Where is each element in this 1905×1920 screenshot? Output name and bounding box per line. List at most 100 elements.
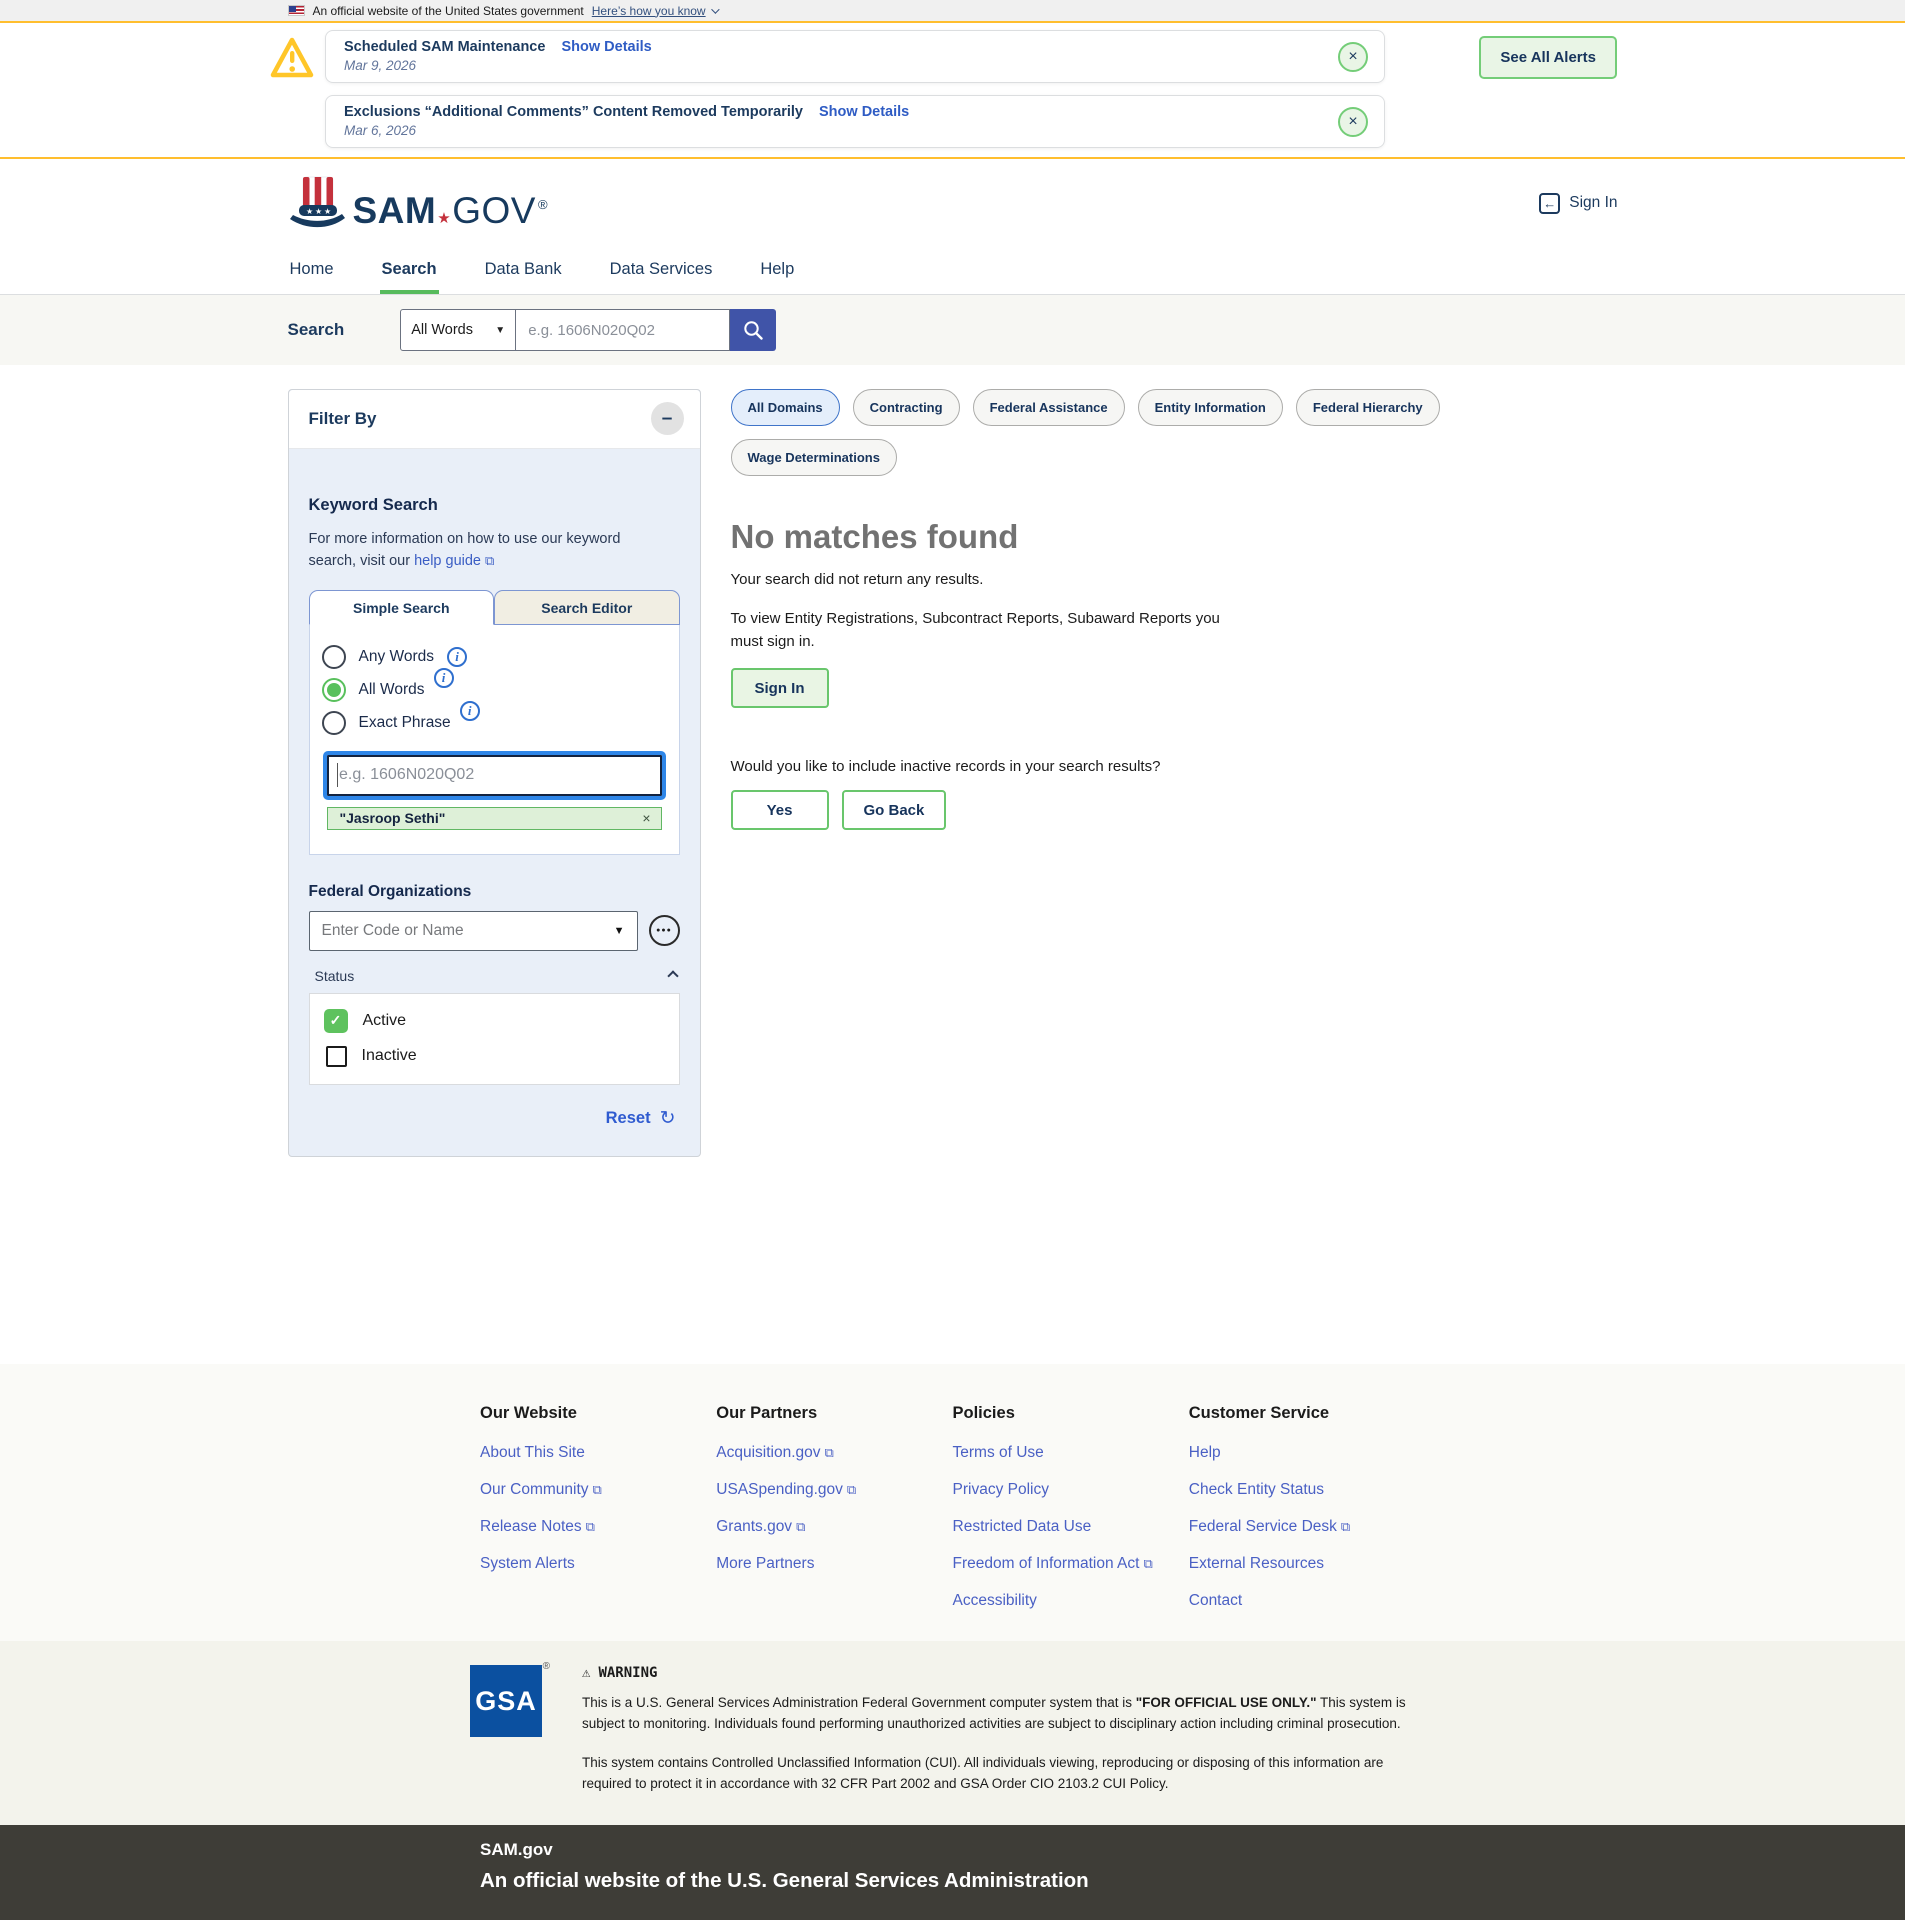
federal-orgs-placeholder: Enter Code or Name — [322, 922, 614, 940]
footer-link-more-partners[interactable]: More Partners — [716, 1555, 952, 1573]
checkbox-active[interactable]: ✓ — [324, 1009, 348, 1033]
domain-filter-pills: All Domains Contracting Federal Assistan… — [731, 389, 1618, 476]
sign-in-note: To view Entity Registrations, Subcontrac… — [731, 608, 1251, 653]
close-icon: × — [1348, 114, 1357, 130]
footer-link-federal-service-desk[interactable]: Federal Service Desk⧉ — [1189, 1518, 1425, 1536]
sign-in-arrow-icon: ← — [1539, 193, 1560, 214]
footer-link-privacy-policy[interactable]: Privacy Policy — [953, 1481, 1189, 1499]
footer-link-label: Acquisition.gov — [716, 1444, 820, 1461]
tab-simple-search[interactable]: Simple Search — [309, 590, 495, 625]
radio-all-words[interactable] — [322, 678, 346, 702]
uncle-sam-hat-icon: ★ ★ ★ — [288, 174, 346, 232]
footer-link-release-notes[interactable]: Release Notes⧉ — [480, 1518, 716, 1536]
footer-link-restricted-data-use[interactable]: Restricted Data Use — [953, 1518, 1189, 1536]
external-link-icon: ⧉ — [847, 1482, 856, 1497]
federal-orgs-more-button[interactable]: ●●● — [649, 915, 680, 946]
sign-in-link[interactable]: ← Sign In — [1539, 193, 1617, 214]
federal-orgs-select[interactable]: Enter Code or Name ▼ — [309, 911, 638, 951]
tab-search-editor[interactable]: Search Editor — [494, 590, 680, 625]
sign-in-button[interactable]: Sign In — [731, 668, 829, 708]
info-icon[interactable]: i — [460, 701, 480, 721]
reset-icon[interactable]: ↻ — [660, 1107, 676, 1130]
show-details-link[interactable]: Show Details — [819, 104, 909, 120]
radio-any-words-label: Any Words — [359, 648, 435, 666]
pill-wage-determinations[interactable]: Wage Determinations — [731, 439, 897, 476]
nav-item-data-services[interactable]: Data Services — [608, 247, 715, 294]
chevron-up-icon[interactable] — [667, 970, 678, 981]
help-guide-label: help guide — [414, 553, 481, 569]
how-you-know-link[interactable]: Here’s how you know — [592, 4, 717, 18]
warning-paragraph-2: This system contains Controlled Unclassi… — [582, 1753, 1435, 1795]
pill-entity-information[interactable]: Entity Information — [1138, 389, 1283, 426]
reset-filters-link[interactable]: Reset — [606, 1109, 651, 1128]
info-icon[interactable]: i — [447, 647, 467, 667]
external-link-icon: ⧉ — [1341, 1519, 1350, 1534]
filter-panel: Filter By – Keyword Search For more info… — [288, 389, 701, 1157]
nav-item-search[interactable]: Search — [380, 247, 439, 294]
external-link-icon: ⧉ — [1143, 1556, 1152, 1571]
footer-link-check-entity-status[interactable]: Check Entity Status — [1189, 1481, 1425, 1499]
footer-link-label: Check Entity Status — [1189, 1481, 1324, 1498]
page-footer: Our Website About This Site Our Communit… — [0, 1364, 1905, 1920]
footer-link-contact[interactable]: Contact — [1189, 1592, 1425, 1610]
footer-link-terms-of-use[interactable]: Terms of Use — [953, 1444, 1189, 1462]
federal-orgs-heading: Federal Organizations — [309, 883, 680, 901]
search-submit-button[interactable] — [730, 309, 776, 351]
alert-close-button[interactable]: × — [1338, 107, 1368, 137]
pill-contracting[interactable]: Contracting — [853, 389, 960, 426]
footer-link-our-community[interactable]: Our Community⧉ — [480, 1481, 716, 1499]
nav-item-data-bank[interactable]: Data Bank — [483, 247, 564, 294]
go-back-button[interactable]: Go Back — [842, 790, 947, 830]
show-details-link[interactable]: Show Details — [561, 39, 651, 55]
collapse-panel-button[interactable]: – — [651, 402, 684, 435]
warning-triangle-icon — [270, 36, 314, 80]
alert-close-button[interactable]: × — [1338, 42, 1368, 72]
footer-link-label: More Partners — [716, 1555, 814, 1572]
footer-link-acquisition-gov[interactable]: Acquisition.gov⧉ — [716, 1444, 952, 1462]
main-nav: Home Search Data Bank Data Services Help — [0, 247, 1905, 295]
search-mode-select[interactable]: All Words ▼ — [400, 309, 516, 351]
nav-item-help[interactable]: Help — [758, 247, 796, 294]
checkbox-inactive-label: Inactive — [362, 1047, 417, 1065]
footer-link-about-this-site[interactable]: About This Site — [480, 1444, 716, 1462]
footer-link-label: Restricted Data Use — [953, 1518, 1092, 1535]
chevron-down-icon — [711, 5, 719, 13]
keyword-chip: "Jasroop Sethi" × — [327, 807, 662, 830]
footer-link-system-alerts[interactable]: System Alerts — [480, 1555, 716, 1573]
alerts-section: Scheduled SAM Maintenance Show Details M… — [0, 21, 1905, 159]
alert-date: Mar 6, 2026 — [344, 123, 1324, 138]
nav-item-home[interactable]: Home — [288, 247, 336, 294]
info-icon[interactable]: i — [434, 668, 454, 688]
footer-link-label: External Resources — [1189, 1555, 1324, 1572]
svg-text:★: ★ — [324, 207, 331, 216]
radio-exact-phrase[interactable] — [322, 711, 346, 735]
gov-banner-text: An official website of the United States… — [313, 4, 584, 18]
footer-link-foia[interactable]: Freedom of Information Act⧉ — [953, 1555, 1189, 1573]
footer-col-heading: Policies — [953, 1404, 1189, 1423]
pill-all-domains[interactable]: All Domains — [731, 389, 840, 426]
footer-link-grants-gov[interactable]: Grants.gov⧉ — [716, 1518, 952, 1536]
radio-any-words[interactable] — [322, 645, 346, 669]
keyword-input[interactable]: e.g. 1606N020Q02 — [327, 755, 662, 796]
sam-gov-logo[interactable]: ★ ★ ★ SAM★GOV® — [288, 174, 549, 232]
yes-button[interactable]: Yes — [731, 790, 829, 830]
footer-col-policies: Policies Terms of Use Privacy Policy Res… — [953, 1404, 1189, 1629]
keyword-chip-label: "Jasroop Sethi" — [340, 810, 446, 826]
svg-text:★: ★ — [315, 207, 322, 216]
svg-text:★: ★ — [306, 207, 313, 216]
chip-remove-icon[interactable]: × — [642, 810, 650, 826]
help-guide-link[interactable]: help guide⧉ — [414, 553, 494, 569]
pill-federal-hierarchy[interactable]: Federal Hierarchy — [1296, 389, 1440, 426]
gov-banner: An official website of the United States… — [0, 0, 1905, 21]
footer-link-help[interactable]: Help — [1189, 1444, 1425, 1462]
footer-link-external-resources[interactable]: External Resources — [1189, 1555, 1425, 1573]
see-all-alerts-button[interactable]: See All Alerts — [1479, 36, 1617, 79]
gsa-logo-text: GSA — [475, 1686, 537, 1717]
pill-federal-assistance[interactable]: Federal Assistance — [973, 389, 1125, 426]
checkbox-inactive[interactable] — [326, 1046, 347, 1067]
footer-link-usaspending-gov[interactable]: USASpending.gov⧉ — [716, 1481, 952, 1499]
top-search-input[interactable] — [516, 309, 730, 351]
sign-in-label: Sign In — [1569, 194, 1617, 212]
footer-link-accessibility[interactable]: Accessibility — [953, 1592, 1189, 1610]
ellipsis-icon: ●●● — [656, 927, 672, 934]
